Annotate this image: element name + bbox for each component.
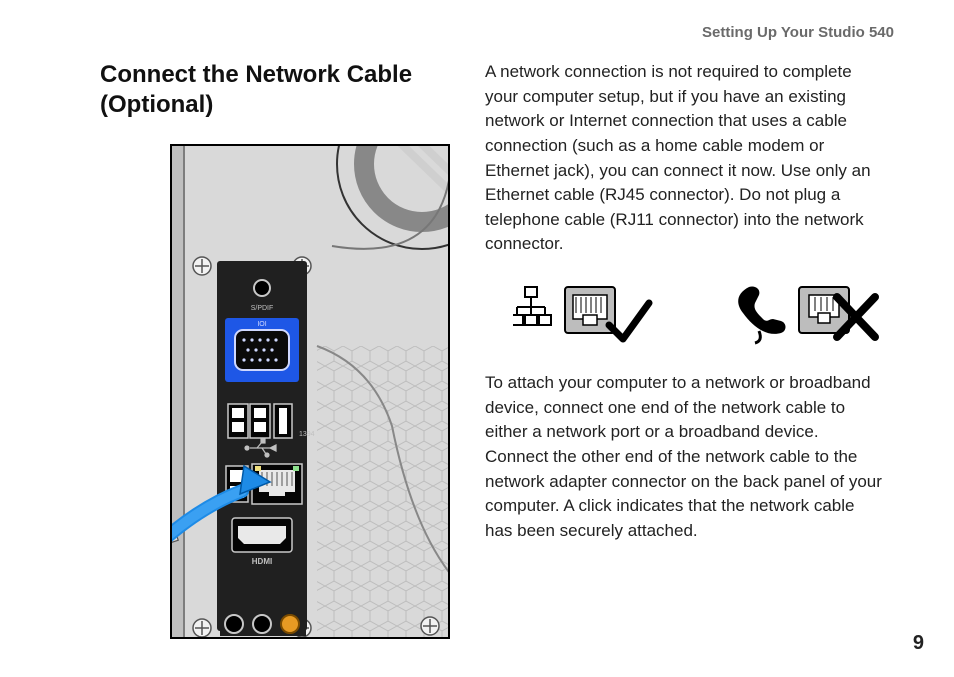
back-panel-svg: S/PDIF IOI bbox=[172, 146, 450, 639]
spdif-port-icon bbox=[254, 280, 270, 296]
right-column: A network connection is not required to … bbox=[485, 60, 885, 562]
back-panel-illustration: S/PDIF IOI bbox=[170, 144, 450, 639]
vga-port-icon: IOI bbox=[225, 318, 299, 382]
section-title: Connect the Network Cable (Optional) bbox=[100, 60, 440, 120]
paragraph-intro: A network connection is not required to … bbox=[485, 60, 885, 257]
connector-guidance-icons bbox=[513, 283, 885, 345]
paragraph-instructions: To attach your computer to a network or … bbox=[485, 371, 885, 543]
running-head: Setting Up Your Studio 540 bbox=[702, 24, 894, 41]
svg-text:IOI: IOI bbox=[257, 321, 266, 328]
svg-text:1394: 1394 bbox=[299, 431, 315, 438]
phone-no-icon bbox=[733, 283, 883, 345]
svg-text:S/PDIF: S/PDIF bbox=[251, 305, 274, 312]
ethernet-ok-icon bbox=[513, 285, 653, 343]
audio-jacks-icon bbox=[220, 606, 306, 636]
svg-text:HDMI: HDMI bbox=[252, 557, 272, 566]
page-number: 9 bbox=[913, 632, 924, 655]
left-column: Connect the Network Cable (Optional) bbox=[100, 60, 440, 639]
manual-page: Setting Up Your Studio 540 Connect the N… bbox=[0, 0, 954, 677]
